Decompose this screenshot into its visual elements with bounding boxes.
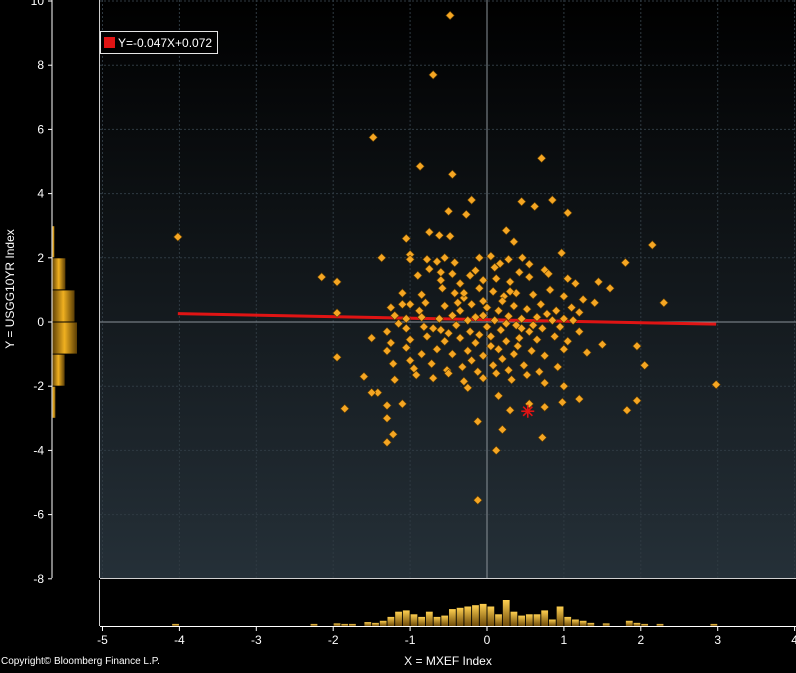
x-distribution-bar: [518, 615, 526, 626]
x-distribution-bar: [487, 606, 495, 626]
x-distribution-bar: [633, 622, 641, 626]
x-distribution-bar: [548, 619, 556, 626]
x-distribution-bar: [525, 614, 533, 626]
chart-svg: -8 -6 -4 -2 0 2 4 6 8 10 -5 -4 -3 -2 -1 0 1 2 3 4 X = MXEF I…: [3, 0, 796, 668]
y-tick-label: -6: [33, 508, 44, 522]
x-distribution-bar: [425, 611, 433, 626]
x-tick-label: -1: [405, 633, 416, 647]
x-distribution-bar: [333, 623, 341, 626]
y-distribution-bar: [52, 354, 65, 386]
legend-swatch: [104, 37, 115, 48]
x-distribution-bar: [441, 615, 449, 626]
x-tick-label: -3: [251, 633, 262, 647]
y-distribution-bar: [52, 386, 56, 418]
y-distribution-bar: [52, 258, 66, 290]
y-distribution-bar: [52, 322, 77, 354]
x-distribution-bar: [349, 623, 356, 626]
y-tick-label: -4: [33, 443, 44, 457]
copyright-text: Copyright© Bloomberg Finance L.P.: [1, 656, 160, 667]
x-distribution-bar: [310, 623, 318, 626]
x-distribution-bar: [410, 614, 418, 626]
x-axis-label: X = MXEF Index: [404, 654, 492, 668]
x-tick-label: -2: [328, 633, 339, 647]
x-distribution-bar: [710, 623, 718, 626]
x-distribution-bar: [572, 619, 579, 626]
y-tick-label: 2: [37, 251, 44, 265]
x-distribution-bar: [656, 623, 664, 626]
x-distribution-bar: [564, 616, 572, 626]
x-distribution-bar: [502, 600, 510, 626]
x-distribution-bar: [379, 620, 387, 626]
x-tick-label: 0: [484, 633, 491, 647]
x-distribution-bar: [479, 603, 487, 626]
y-distribution-bar: [52, 290, 75, 322]
y-tick-label: 4: [37, 187, 44, 201]
x-tick-label: 4: [791, 633, 796, 647]
x-distribution-bar: [641, 623, 649, 626]
x-tick-label: -5: [97, 633, 108, 647]
x-distribution-bar: [418, 616, 426, 626]
x-distribution-bar: [341, 623, 349, 626]
x-tick-label: 1: [561, 633, 568, 647]
x-tick-label: 3: [714, 633, 721, 647]
x-distribution-bar: [625, 620, 633, 626]
y-tick-label: 6: [37, 122, 44, 136]
legend: Y=-0.047X+0.072: [100, 31, 219, 54]
x-distribution-bar: [448, 609, 456, 626]
y-tick-label: 10: [31, 0, 45, 8]
x-distribution-bar: [456, 607, 464, 626]
x-distribution-bar: [364, 622, 372, 626]
y-tick-label: -8: [33, 572, 44, 586]
x-distribution-bar: [556, 606, 564, 626]
plot-area: [100, 0, 796, 578]
y-axis-label: Y = USGG10YR Index: [3, 229, 17, 349]
x-distribution-bar: [579, 620, 587, 626]
x-distribution-bar: [602, 623, 610, 626]
legend-label: Y=-0.047X+0.072: [118, 35, 213, 50]
x-distribution-bar: [402, 610, 410, 626]
x-distribution-bar: [510, 611, 518, 626]
x-distribution-bar: [587, 622, 595, 626]
x-distribution-bar: [433, 616, 441, 626]
y-tick-label: -2: [33, 379, 44, 393]
x-distribution-bar: [533, 614, 541, 626]
y-tick-label: 8: [37, 58, 44, 72]
x-distribution-bar: [495, 614, 502, 626]
x-distribution-bar: [372, 622, 379, 626]
x-distribution-bar: [541, 610, 549, 626]
x-distribution-bar: [395, 611, 402, 626]
x-distribution-bar: [172, 623, 179, 626]
x-distribution-bar: [387, 616, 395, 626]
x-distribution-bar: [464, 606, 472, 626]
x-tick-label: 2: [637, 633, 644, 647]
x-distribution-bar: [472, 605, 479, 626]
highlight-point: [521, 404, 535, 418]
scatter-chart: -8 -6 -4 -2 0 2 4 6 8 10 -5 -4 -3 -2 -1 0 1 2 3 4 X = MXEF I…: [0, 0, 796, 668]
x-tick-label: -4: [174, 633, 185, 647]
y-tick-label: 0: [37, 315, 44, 329]
